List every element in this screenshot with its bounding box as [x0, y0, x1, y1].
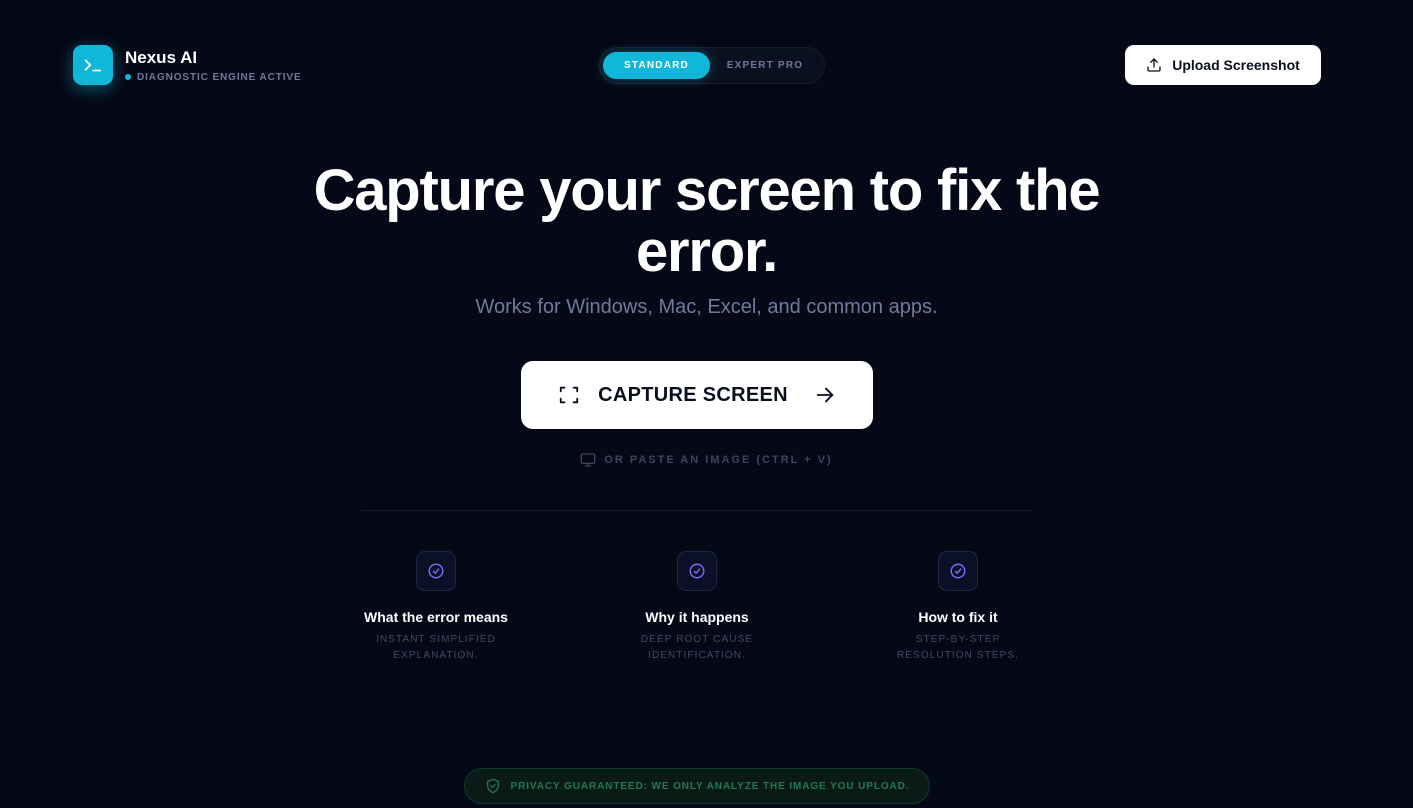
- check-circle-icon: [677, 551, 717, 591]
- feature-desc: INSTANT SIMPLIFIED EXPLANATION.: [375, 634, 496, 661]
- upload-icon: [1147, 58, 1161, 72]
- brand-text: Nexus AI DIAGNOSTIC ENGINE ACTIVE: [125, 48, 302, 83]
- status-text: DIAGNOSTIC ENGINE ACTIVE: [137, 71, 302, 83]
- hero-subtitle: Works for Windows, Mac, Excel, and commo…: [475, 296, 938, 318]
- brand[interactable]: Nexus AI DIAGNOSTIC ENGINE ACTIVE: [73, 45, 302, 85]
- terminal-icon: [73, 45, 113, 85]
- paste-hint-text: OR PASTE AN IMAGE (CTRL + V): [604, 454, 833, 466]
- feature-title: Why it happens: [645, 609, 749, 625]
- mode-toggle: STANDARD EXPERT PRO: [599, 47, 825, 84]
- check-circle-icon: [938, 551, 978, 591]
- arrow-right-icon: [816, 387, 834, 403]
- privacy-badge: PRIVACY GUARANTEED: WE ONLY ANALYZE THE …: [464, 768, 930, 804]
- brand-name: Nexus AI: [125, 47, 198, 67]
- screen-frame-icon: [559, 386, 579, 404]
- mode-expert-pro-button[interactable]: EXPERT PRO: [710, 52, 820, 79]
- mode-standard-button[interactable]: STANDARD: [603, 52, 710, 79]
- engine-status: DIAGNOSTIC ENGINE ACTIVE: [125, 72, 302, 83]
- monitor-icon: [580, 453, 596, 467]
- capture-screen-button[interactable]: CAPTURE SCREEN: [521, 361, 873, 429]
- feature-why-it-happens: Why it happens DEEP ROOT CAUSE IDENTIFIC…: [602, 551, 792, 664]
- paste-hint: OR PASTE AN IMAGE (CTRL + V): [460, 452, 953, 468]
- hero-title: Capture your screen to fix the error.: [313, 158, 1101, 284]
- section-divider: [361, 510, 1032, 511]
- shield-check-icon: [486, 778, 499, 794]
- check-circle-icon: [416, 551, 456, 591]
- capture-label: CAPTURE SCREEN: [598, 383, 788, 406]
- feature-how-to-fix: How to fix it STEP-BY-STEP RESOLUTION ST…: [863, 551, 1053, 664]
- privacy-text: PRIVACY GUARANTEED: WE ONLY ANALYZE THE …: [510, 780, 910, 792]
- feature-desc: STEP-BY-STEP RESOLUTION STEPS.: [896, 634, 1020, 661]
- feature-what-it-means: What the error means INSTANT SIMPLIFIED …: [341, 551, 531, 664]
- app-page: Nexus AI DIAGNOSTIC ENGINE ACTIVE STANDA…: [0, 0, 1413, 808]
- upload-label: Upload Screenshot: [1172, 57, 1300, 73]
- feature-desc: DEEP ROOT CAUSE IDENTIFICATION.: [640, 634, 754, 661]
- upload-screenshot-button[interactable]: Upload Screenshot: [1125, 45, 1321, 85]
- feature-title: How to fix it: [918, 609, 998, 625]
- status-dot-icon: [125, 74, 131, 80]
- feature-title: What the error means: [364, 609, 508, 625]
